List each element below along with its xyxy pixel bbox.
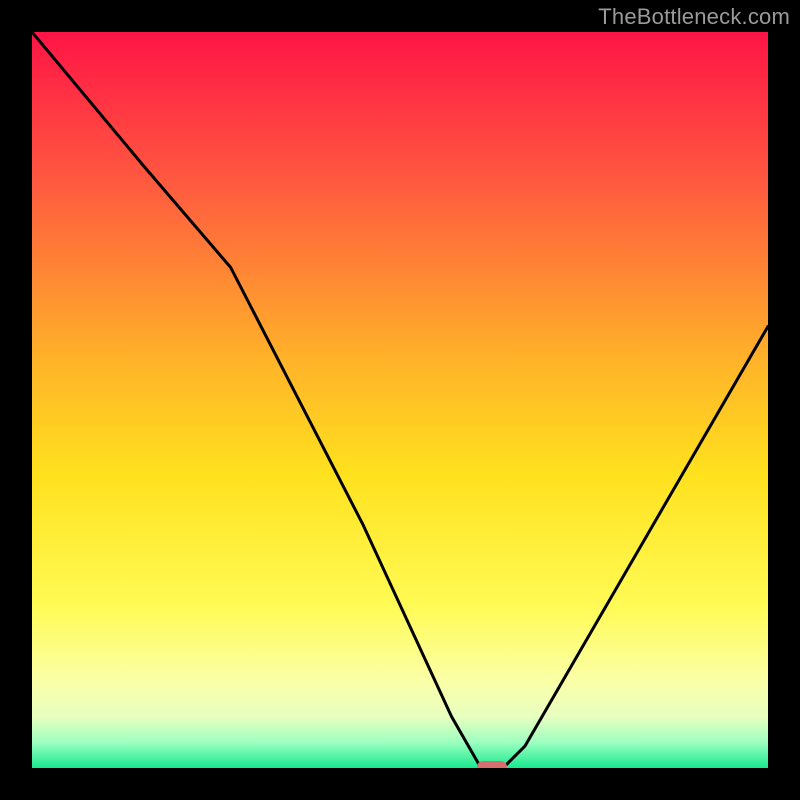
plot-area	[32, 32, 768, 768]
optimal-marker	[477, 761, 507, 768]
gradient-fill	[32, 32, 768, 768]
attribution-label: TheBottleneck.com	[598, 4, 790, 30]
chart-frame: TheBottleneck.com	[0, 0, 800, 800]
chart-svg	[32, 32, 768, 768]
